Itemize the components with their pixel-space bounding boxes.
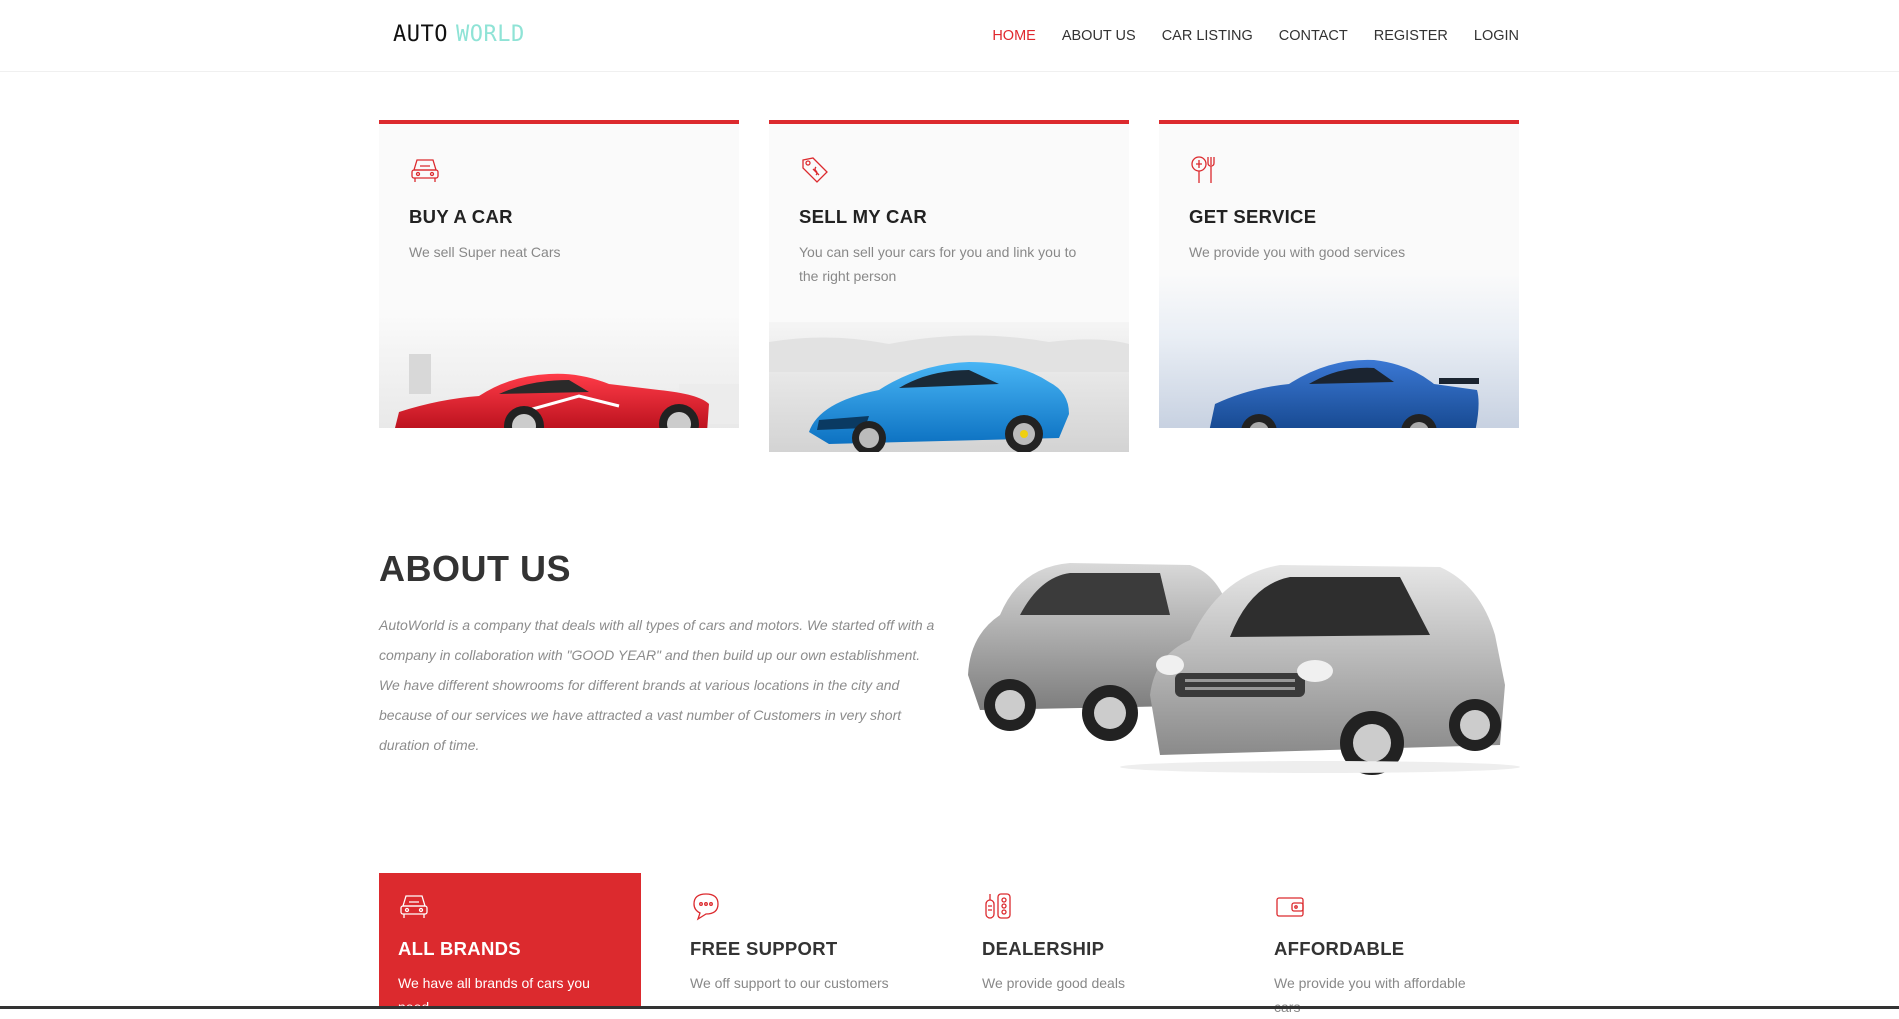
chat-icon — [693, 893, 719, 921]
service-title: BUY A CAR — [409, 206, 513, 227]
service-text: You can sell your cars for you and link … — [799, 244, 1077, 284]
feature-title: FREE SUPPORT — [690, 938, 838, 959]
about-text: AutoWorld is a company that deals with a… — [379, 617, 935, 753]
feature-dealership[interactable]: DEALERSHIP We provide good deals — [963, 873, 1225, 1009]
car-icon — [400, 895, 428, 918]
nav-contact[interactable]: CONTACT — [1279, 28, 1348, 44]
wallet-icon — [1276, 897, 1304, 917]
features-section: ALL BRANDS We have all brands of cars yo… — [379, 873, 1519, 1015]
service-text: We provide you with good services — [1189, 244, 1406, 260]
nav-home[interactable]: HOME — [992, 28, 1036, 44]
feature-text: We provide good deals — [982, 975, 1125, 991]
blue-coupe-image — [1159, 274, 1519, 428]
key-icon — [985, 893, 1011, 919]
nav-login[interactable]: LOGIN — [1474, 28, 1519, 44]
service-title: GET SERVICE — [1189, 206, 1317, 227]
feature-free-support[interactable]: FREE SUPPORT We off support to our custo… — [671, 873, 933, 1009]
price-tag-icon — [802, 157, 828, 183]
car-icon — [411, 159, 439, 182]
silver-suvs-image — [968, 563, 1520, 775]
logo-part-auto: AUTO — [393, 22, 448, 47]
service-card-service[interactable]: GET SERVICE We provide you with good ser… — [1159, 120, 1519, 428]
logo[interactable]: AUTO WORLD — [393, 22, 525, 47]
feature-all-brands[interactable]: ALL BRANDS We have all brands of cars yo… — [379, 873, 641, 1015]
main-nav: HOME ABOUT US CAR LISTING CONTACT REGIST… — [992, 28, 1519, 44]
nav-about-us[interactable]: ABOUT US — [1062, 28, 1136, 44]
service-card-sell[interactable]: SELL MY CAR You can sell your cars for y… — [769, 120, 1129, 452]
nav-car-listing[interactable]: CAR LISTING — [1162, 28, 1253, 44]
about-title: ABOUT US — [379, 548, 571, 589]
feature-title: ALL BRANDS — [398, 938, 521, 959]
service-title: SELL MY CAR — [799, 206, 928, 227]
feature-title: AFFORDABLE — [1274, 938, 1405, 959]
navbar: AUTO WORLD HOME ABOUT US CAR LISTING CONT… — [0, 0, 1899, 72]
feature-text: We provide you with affordable cars — [1274, 975, 1466, 1015]
feature-affordable[interactable]: AFFORDABLE We provide you with affordabl… — [1255, 873, 1517, 1015]
logo-part-world: WORLD — [455, 22, 525, 47]
feature-text: We have all brands of cars you need — [398, 975, 590, 1015]
services-section: BUY A CAR We sell Super neat Cars SELL M… — [379, 120, 1519, 452]
red-car-image — [379, 314, 739, 428]
blue-car-image — [769, 322, 1129, 452]
feature-title: DEALERSHIP — [982, 938, 1105, 959]
feature-text: We off support to our customers — [690, 975, 889, 991]
service-text: We sell Super neat Cars — [409, 244, 561, 260]
tools-icon — [1191, 156, 1215, 183]
nav-register[interactable]: REGISTER — [1374, 28, 1448, 44]
service-card-buy[interactable]: BUY A CAR We sell Super neat Cars — [379, 120, 739, 428]
